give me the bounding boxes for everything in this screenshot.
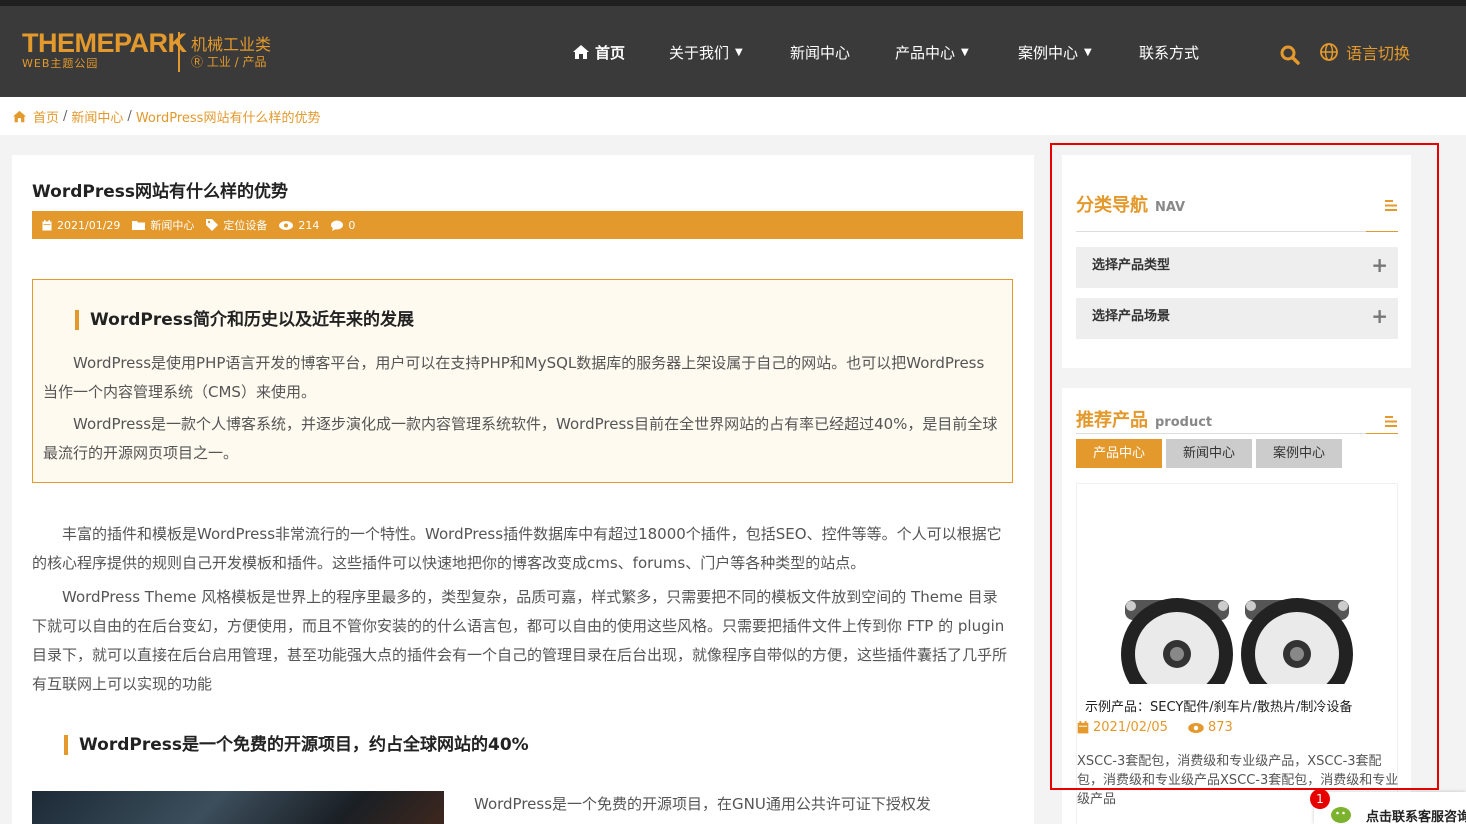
chat-label: 点击联系客服咨询 [1366, 810, 1466, 824]
article-meta-bar: 2021/01/29 新闻中心 定位设备 214 0 [32, 211, 1023, 239]
comment-icon [331, 220, 344, 231]
nav-label: 案例中心 [1018, 43, 1079, 62]
site-category: 机械工业类 [191, 35, 272, 54]
tag-icon [206, 219, 219, 231]
body-paragraph: WordPress Theme 风格模板是世界上的程序里最多的，类型复杂，品质可… [32, 588, 1008, 693]
logo-text: THEMEPARK [22, 28, 187, 58]
intro-box: WordPress简介和历史以及近年来的发展 WordPress是使用PHP语言… [32, 279, 1013, 483]
site-logo[interactable]: THEMEPARK WEB主题公园 [22, 28, 187, 70]
article-image [32, 791, 444, 824]
section-heading: WordPress是一个免费的开源项目，约占全球网站的40% [64, 735, 529, 755]
language-switcher[interactable]: 语言切换 [1320, 40, 1410, 64]
nav-item-home[interactable]: 首页 [572, 40, 625, 64]
breadcrumb-separator: / [63, 109, 68, 124]
logo-divider [178, 32, 180, 72]
nav-item-news[interactable]: 新闻中心 [790, 40, 850, 64]
meta-views: 214 [279, 219, 319, 232]
notification-badge: 1 [1310, 789, 1330, 809]
nav-item-contact[interactable]: 联系方式 [1139, 40, 1199, 64]
search-icon[interactable] [1280, 45, 1300, 65]
body-paragraph: 丰富的插件和模板是WordPress非常流行的一个特性。WordPress插件数… [32, 525, 1002, 572]
calendar-icon [42, 219, 52, 230]
article-panel: WordPress网站有什么样的优势 2021/01/29 新闻中心 定位设备 … [12, 155, 1034, 824]
body-paragraph: WordPress是一个免费的开源项目，在GNU通用公共许可证下授权发 [474, 795, 931, 813]
site-header: THEMEPARK WEB主题公园 机械工业类 Ⓡ 工业 / 产品 首页 关于我… [0, 6, 1466, 97]
site-category-sub: Ⓡ 工业 / 产品 [191, 55, 267, 69]
chat-widget[interactable]: 点击联系客服咨询 [1314, 792, 1466, 824]
home-icon [13, 110, 26, 123]
meta-category[interactable]: 新闻中心 [132, 217, 194, 233]
article-title: WordPress网站有什么样的优势 [32, 182, 288, 202]
nav-item-about[interactable]: 关于我们 ▼ [669, 40, 743, 64]
wechat-icon [1331, 807, 1351, 823]
breadcrumb-separator: / [127, 109, 132, 124]
home-icon [573, 45, 589, 59]
folder-icon [132, 221, 146, 230]
meta-date: 2021/01/29 [42, 219, 120, 232]
chevron-down-icon: ▼ [961, 46, 969, 58]
sidebar-highlight-box [1050, 143, 1439, 790]
logo-subtext: WEB主题公园 [22, 57, 99, 70]
breadcrumb-bar: 首页 / 新闻中心 / WordPress网站有什么样的优势 [0, 97, 1466, 135]
meta-comments: 0 [331, 219, 355, 232]
intro-paragraph: WordPress是使用PHP语言开发的博客平台，用户可以在支持PHP和MySQ… [43, 354, 985, 401]
nav-item-cases[interactable]: 案例中心 ▼ [1018, 40, 1092, 64]
breadcrumb: 首页 / 新闻中心 / WordPress网站有什么样的优势 [12, 107, 320, 126]
eye-icon [279, 220, 294, 230]
globe-icon [1320, 43, 1338, 61]
nav-label: 产品中心 [895, 43, 956, 62]
intro-heading: WordPress简介和历史以及近年来的发展 [75, 310, 414, 330]
chevron-down-icon: ▼ [735, 46, 743, 58]
breadcrumb-section[interactable]: 新闻中心 [71, 107, 123, 126]
nav-label: 新闻中心 [790, 43, 851, 62]
breadcrumb-current: WordPress网站有什么样的优势 [135, 111, 321, 126]
intro-paragraph: WordPress是一款个人博客系统，并逐步演化成一款内容管理系统软件，Word… [43, 415, 998, 462]
nav-label: 首页 [595, 43, 626, 62]
chevron-down-icon: ▼ [1084, 46, 1092, 58]
language-label: 语言切换 [1346, 44, 1411, 63]
wordpress-icon: Ⓡ [191, 55, 207, 69]
nav-label: 联系方式 [1139, 43, 1200, 62]
meta-tag[interactable]: 定位设备 [206, 217, 267, 233]
nav-label: 关于我们 [669, 43, 730, 62]
nav-item-products[interactable]: 产品中心 ▼ [895, 40, 969, 64]
breadcrumb-home[interactable]: 首页 [33, 107, 59, 126]
